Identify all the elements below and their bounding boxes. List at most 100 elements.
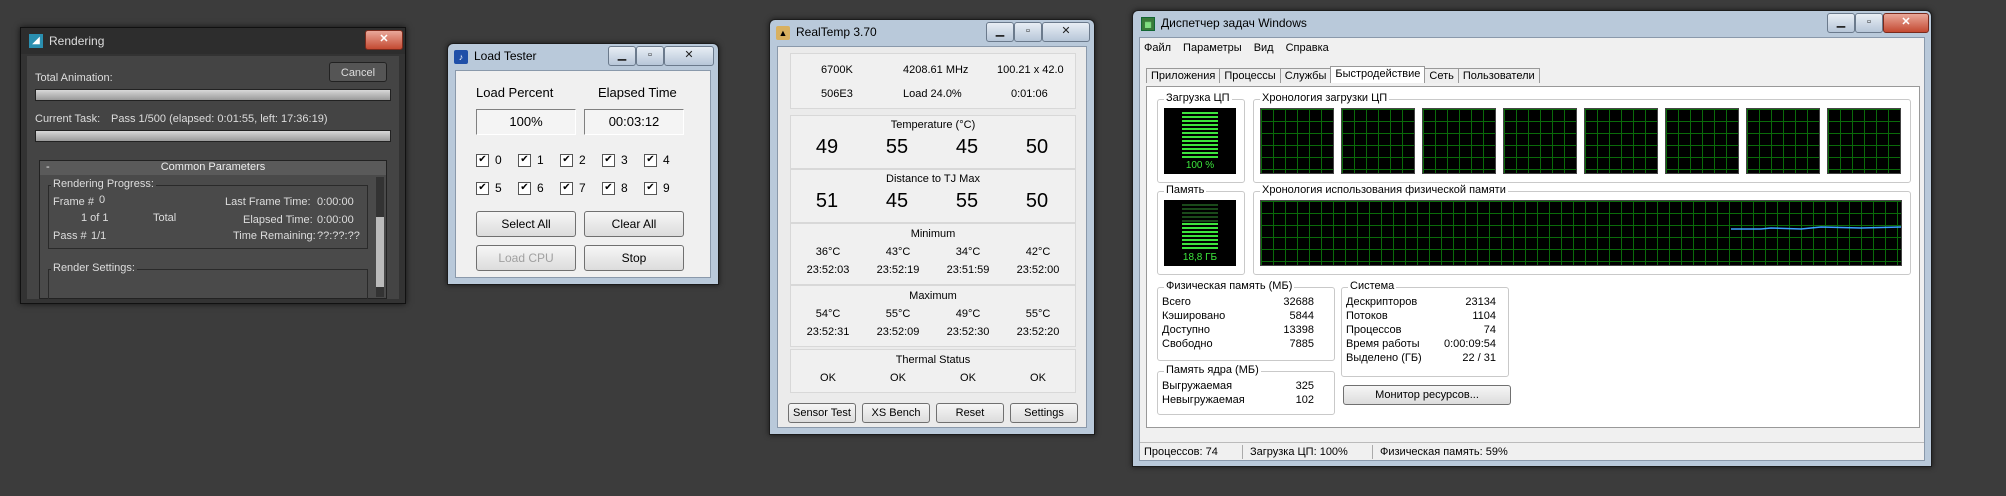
elapsed-time-field: 00:03:12 [584, 109, 684, 135]
close-button[interactable]: ✕ [1883, 13, 1929, 33]
load-percent-field: 100% [476, 109, 576, 135]
kernel-memory-group: Память ядра (МБ) Выгружаемая 325 Невыгружа… [1157, 364, 1335, 415]
phys-row: Кэшировано 5844 [1162, 310, 1314, 322]
load-percent-label: Load Percent [476, 85, 554, 100]
xs-bench-button[interactable]: XS Bench [862, 403, 930, 423]
checkbox-check-icon[interactable]: ✔ [476, 154, 489, 168]
realtemp-icon: ▲ [776, 26, 790, 40]
thread-checkbox-4[interactable]: ✔ 4 [644, 153, 670, 168]
cpu-frequency: 4208.61 MHz [903, 64, 969, 76]
tab-2[interactable]: Службы [1279, 68, 1332, 83]
select-all-button[interactable]: Select All [476, 211, 576, 237]
memory-history-graph [1260, 200, 1902, 266]
common-parameters-panel: - Common Parameters Rendering Progress: … [39, 160, 387, 299]
menu-bar: Файл Параметры Вид Справка [1144, 42, 1341, 58]
system-value: 22 / 31 [1462, 352, 1496, 364]
status-bar: Процессов: 74 Загрузка ЦП: 100% Физическ… [1140, 442, 1924, 460]
checkbox-check-icon[interactable]: ✔ [644, 182, 657, 196]
checkbox-check-icon[interactable]: ✔ [560, 154, 573, 168]
maximize-button[interactable]: ▫ [1014, 22, 1042, 42]
checkbox-check-icon[interactable]: ✔ [602, 154, 615, 168]
tab-5[interactable]: Пользователи [1457, 68, 1540, 83]
resource-monitor-button[interactable]: Монитор ресурсов... [1343, 385, 1511, 405]
cpu-core-graph [1503, 108, 1577, 174]
stop-button[interactable]: Stop [584, 245, 684, 271]
menu-item-0[interactable]: Файл [1144, 42, 1171, 54]
menu-item-2[interactable]: Вид [1254, 42, 1274, 54]
thread-checkbox-7[interactable]: ✔ 7 [560, 181, 586, 196]
thread-checkbox-label: 3 [621, 153, 628, 167]
status-memory: Физическая память: 59% [1380, 446, 1508, 458]
maximize-button[interactable]: ▫ [1855, 13, 1883, 33]
total-animation-progress [35, 89, 391, 101]
thread-checkbox-6[interactable]: ✔ 6 [518, 181, 544, 196]
tab-4[interactable]: Сеть [1424, 68, 1459, 83]
thread-checkbox-8[interactable]: ✔ 8 [602, 181, 628, 196]
taskmgr-body: Файл Параметры Вид Справка Приложения Процес… [1139, 37, 1925, 461]
menu-item-3[interactable]: Справка [1286, 42, 1329, 54]
clear-all-button[interactable]: Clear All [584, 211, 684, 237]
performance-panel: Загрузка ЦП 100 % Хронология загрузки ЦП… [1146, 86, 1920, 428]
current-task-value: Pass 1/500 (elapsed: 0:01:55, left: 17:3… [111, 113, 328, 125]
min_times-value: 23:52:19 [876, 264, 920, 276]
load-cpu-button[interactable]: Load CPU [476, 245, 576, 271]
settings-button[interactable]: Settings [1010, 403, 1078, 423]
phys-row: Всего 32688 [1162, 296, 1314, 308]
system-label: Система [1348, 280, 1397, 292]
thread-checkbox-0[interactable]: ✔ 0 [476, 153, 502, 168]
checkbox-check-icon[interactable]: ✔ [518, 154, 531, 168]
min_temps-value: 43°C [885, 246, 911, 258]
rendering-titlebar[interactable]: ◢ Rendering ✕ [21, 28, 405, 54]
checkbox-check-icon[interactable]: ✔ [644, 154, 657, 168]
current-task-progress [35, 130, 391, 142]
minimize-button[interactable]: ▁ [986, 22, 1014, 42]
window-title: RealTemp 3.70 [796, 25, 877, 39]
close-button[interactable]: ✕ [664, 46, 714, 66]
thermal-status-value: OK [960, 372, 976, 384]
checkbox-check-icon[interactable]: ✔ [560, 182, 573, 196]
tab-3[interactable]: Быстродействие [1330, 66, 1426, 83]
cpu-history-group: Хронология загрузки ЦП [1253, 92, 1911, 183]
cancel-button[interactable]: Cancel [329, 62, 387, 82]
checkbox-check-icon[interactable]: ✔ [476, 182, 489, 196]
physical-memory-label: Физическая память (МБ) [1164, 280, 1295, 292]
tab-1[interactable]: Процессы [1219, 68, 1281, 83]
checkbox-check-icon[interactable]: ✔ [518, 182, 531, 196]
taskmgr-window: ▦ Диспетчер задач Windows ▁ ▫ ✕ Файл Пара… [1132, 10, 1932, 467]
checkbox-check-icon[interactable]: ✔ [602, 182, 615, 196]
close-button[interactable]: ✕ [365, 30, 403, 50]
minimize-button[interactable]: ▁ [608, 46, 636, 66]
kernel-value: 102 [1295, 394, 1314, 406]
phys-name: Доступно [1162, 324, 1211, 336]
minimize-button[interactable]: ▁ [1827, 13, 1855, 33]
common-parameters-header[interactable]: - Common Parameters [40, 161, 386, 175]
thread-checkbox-1[interactable]: ✔ 1 [518, 153, 544, 168]
system-name: Потоков [1346, 310, 1388, 322]
thread-checkbox-9[interactable]: ✔ 9 [644, 181, 670, 196]
panel-scrollbar[interactable] [376, 177, 384, 297]
common-parameters-title: Common Parameters [160, 161, 266, 173]
menu-item-1[interactable]: Параметры [1183, 42, 1242, 54]
app-icon: ◢ [29, 34, 43, 48]
thread-checkbox-5[interactable]: ✔ 5 [476, 181, 502, 196]
distance-value: 50 [1025, 190, 1049, 212]
cpu-usage-group: Загрузка ЦП 100 % [1157, 92, 1245, 183]
tab-0[interactable]: Приложения [1146, 68, 1221, 83]
frame-label: Frame # [53, 196, 94, 208]
current-task-label: Current Task: [35, 113, 101, 125]
close-button[interactable]: ✕ [1042, 22, 1090, 42]
kernel-row: Выгружаемая 325 [1162, 380, 1314, 392]
maximize-button[interactable]: ▫ [636, 46, 664, 66]
thread-checkbox-label: 2 [579, 153, 586, 167]
realtemp-body: 6700K 4208.61 MHz 100.21 x 42.0 506E3 Lo… [777, 46, 1087, 428]
reset-button[interactable]: Reset [936, 403, 1004, 423]
phys-value: 32688 [1283, 296, 1314, 308]
max_temps-value: 49°C [955, 308, 981, 320]
status-divider [1242, 445, 1243, 459]
pass-label: Pass # [53, 230, 87, 242]
min_times-value: 23:52:00 [1016, 264, 1060, 276]
sensor-test-button[interactable]: Sensor Test [788, 403, 856, 423]
system-name: Время работы [1346, 338, 1420, 350]
thread-checkbox-2[interactable]: ✔ 2 [560, 153, 586, 168]
thread-checkbox-3[interactable]: ✔ 3 [602, 153, 628, 168]
